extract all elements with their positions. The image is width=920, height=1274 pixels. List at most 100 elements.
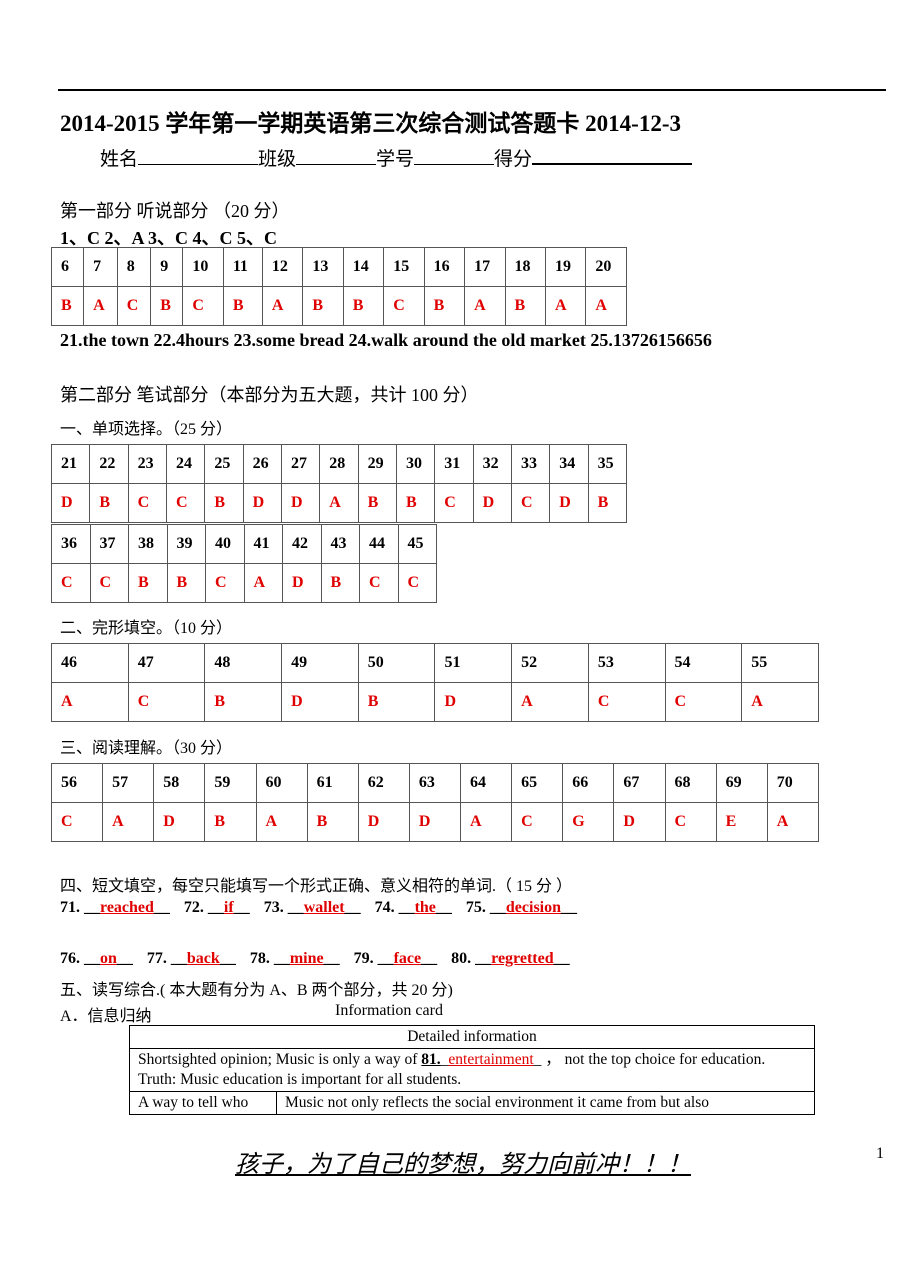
answer-cell: D — [408, 802, 462, 842]
answer-cell: D — [613, 802, 666, 842]
top-rule — [58, 89, 886, 91]
answer-cell: A — [741, 682, 819, 722]
fill-blank-item: 72. __if__ — [183, 899, 250, 916]
answer-cell: A — [544, 286, 587, 326]
number-field[interactable] — [414, 146, 495, 165]
question-number-cell: 28 — [319, 444, 359, 484]
answer-cell: B — [89, 483, 129, 523]
question-number-cell: 22 — [89, 444, 129, 484]
question-number-cell: 18 — [504, 247, 546, 287]
fill-blank-number: 72. — [183, 899, 204, 916]
fill-blank-item: 76. __on__ — [60, 950, 133, 967]
question-number-cell: 68 — [664, 763, 717, 803]
answer-cell: B — [357, 682, 436, 722]
question-number-cell: 19 — [544, 247, 587, 287]
page-number: 1 — [876, 1145, 884, 1162]
answer-cell: D — [549, 483, 589, 523]
answer-cell: C — [205, 563, 245, 603]
question-number-cell: 63 — [408, 763, 462, 803]
answer-cell: A — [51, 682, 129, 722]
question-number-cell: 52 — [511, 643, 589, 683]
answer-cell: C — [511, 802, 564, 842]
class-field[interactable] — [296, 146, 377, 165]
fill-blank-item: 77. __back__ — [146, 950, 236, 967]
class-label: 班级 — [258, 149, 297, 170]
name-field[interactable] — [138, 146, 259, 165]
question-number-cell: 69 — [715, 763, 768, 803]
information-card-title: Information card — [335, 1002, 443, 1019]
question-number-cell: 32 — [472, 444, 512, 484]
name-label: 姓名 — [100, 149, 139, 170]
question-number-cell: 64 — [459, 763, 513, 803]
question-number-cell: 7 — [83, 247, 118, 287]
fill-blank-item: 78. __mine__ — [249, 950, 340, 967]
answer-cell: C — [397, 563, 437, 603]
part1-heading: 第一部分 听说部分 （20 分） — [60, 201, 290, 221]
card-row-1: Shortsighted opinion; Music is only a wa… — [129, 1048, 815, 1092]
score-field[interactable] — [532, 145, 693, 165]
fill-blank-item: 79. __face__ — [353, 950, 438, 967]
question-number-cell: 34 — [549, 444, 589, 484]
question-number-cell: 59 — [204, 763, 257, 803]
question-number-row: 56 57 58 59 60 61 62 63 64 65 66 67 68 69 70 — [50, 763, 820, 803]
answer-cell: D — [434, 682, 513, 722]
answer-cell: D — [50, 483, 91, 523]
answer-cell: B — [587, 483, 628, 523]
question-number-cell: 49 — [281, 643, 359, 683]
question-number-cell: 47 — [127, 643, 206, 683]
answer-cell: C — [359, 563, 399, 603]
fill-blank-item: 73. __wallet__ — [263, 899, 361, 916]
question-number-cell: 11 — [222, 247, 263, 287]
question-number-cell: 45 — [397, 524, 437, 564]
answer-cell: B — [222, 286, 263, 326]
question-number-cell: 57 — [102, 763, 155, 803]
card-row2-right: Music not only reflects the social envir… — [276, 1091, 815, 1115]
motto: 孩子，为了自己的梦想，努力向前冲！！！ — [235, 1150, 691, 1178]
answer-cell: D — [242, 483, 282, 523]
question-number-cell: 27 — [280, 444, 321, 484]
answer-cell: D — [357, 802, 410, 842]
card-row1-text: Shortsighted opinion; Music is only a wa… — [138, 1051, 422, 1068]
question-number-row: 46 47 48 49 50 51 52 53 54 55 — [51, 643, 819, 683]
answer-cell: B — [150, 286, 184, 326]
question-number-cell: 39 — [166, 524, 206, 564]
section1-heading: 一、单项选择。（25 分） — [60, 421, 233, 438]
question-number-cell: 15 — [383, 247, 425, 287]
question-number-row: 36 37 38 39 40 41 42 43 44 45 — [51, 524, 437, 564]
answer-cell: C — [182, 286, 224, 326]
answer-cell: C — [383, 286, 425, 326]
answer-cell: B — [342, 286, 385, 326]
card-row1-truth: Truth: Music education is important for … — [138, 1071, 462, 1088]
question-number-cell: 46 — [51, 643, 129, 683]
question-number-row: 6 7 8 9 10 11 12 13 14 15 16 17 18 19 20 — [50, 247, 627, 287]
question-number-cell: 67 — [613, 763, 666, 803]
section5-sub-a-label: A．信息归纳 — [60, 1008, 152, 1025]
fill-blank-answer: wallet — [303, 899, 345, 916]
answer-cell: B — [204, 682, 283, 722]
answer-cell: C — [127, 483, 167, 523]
answer-cell: A — [255, 802, 308, 842]
question-number-cell: 6 — [50, 247, 85, 287]
fill-blank-number: 79. — [353, 950, 374, 967]
fill-blank-number: 76. — [60, 950, 80, 967]
section4-answers-71-75: 71. __reached__ 72. __if__ 73. __wallet__ 7… — [60, 899, 591, 917]
answer-cell: A — [319, 483, 359, 523]
question-81-answer: entertainment — [448, 1051, 534, 1068]
section1-table-row1: 21 22 23 24 25 26 27 28 29 30 31 32 33 34 35 D B C C B D D A B B… — [50, 444, 628, 523]
question-number-cell: 65 — [511, 763, 564, 803]
answer-cell: A — [261, 286, 304, 326]
fill-blank-item: 71. __reached__ — [60, 899, 170, 916]
part2-heading: 第二部分 笔试部分（本部分为五大题，共计 100 分） — [60, 385, 479, 405]
question-number-cell: 51 — [434, 643, 513, 683]
card-header: Detailed information — [129, 1025, 815, 1049]
question-number-cell: 42 — [282, 524, 322, 564]
question-number-cell: 8 — [116, 247, 152, 287]
answer-cell: B — [320, 563, 360, 603]
fill-blank-item: 75. __decision__ — [465, 899, 578, 916]
question-81-number: 81. — [421, 1051, 441, 1068]
fill-blank-number: 73. — [263, 899, 284, 916]
card-row2-left: A way to tell who — [129, 1091, 277, 1115]
answer-cell: A — [585, 286, 627, 326]
answer-row: ACBDBDACCA — [51, 682, 819, 722]
question-number-cell: 31 — [434, 444, 474, 484]
